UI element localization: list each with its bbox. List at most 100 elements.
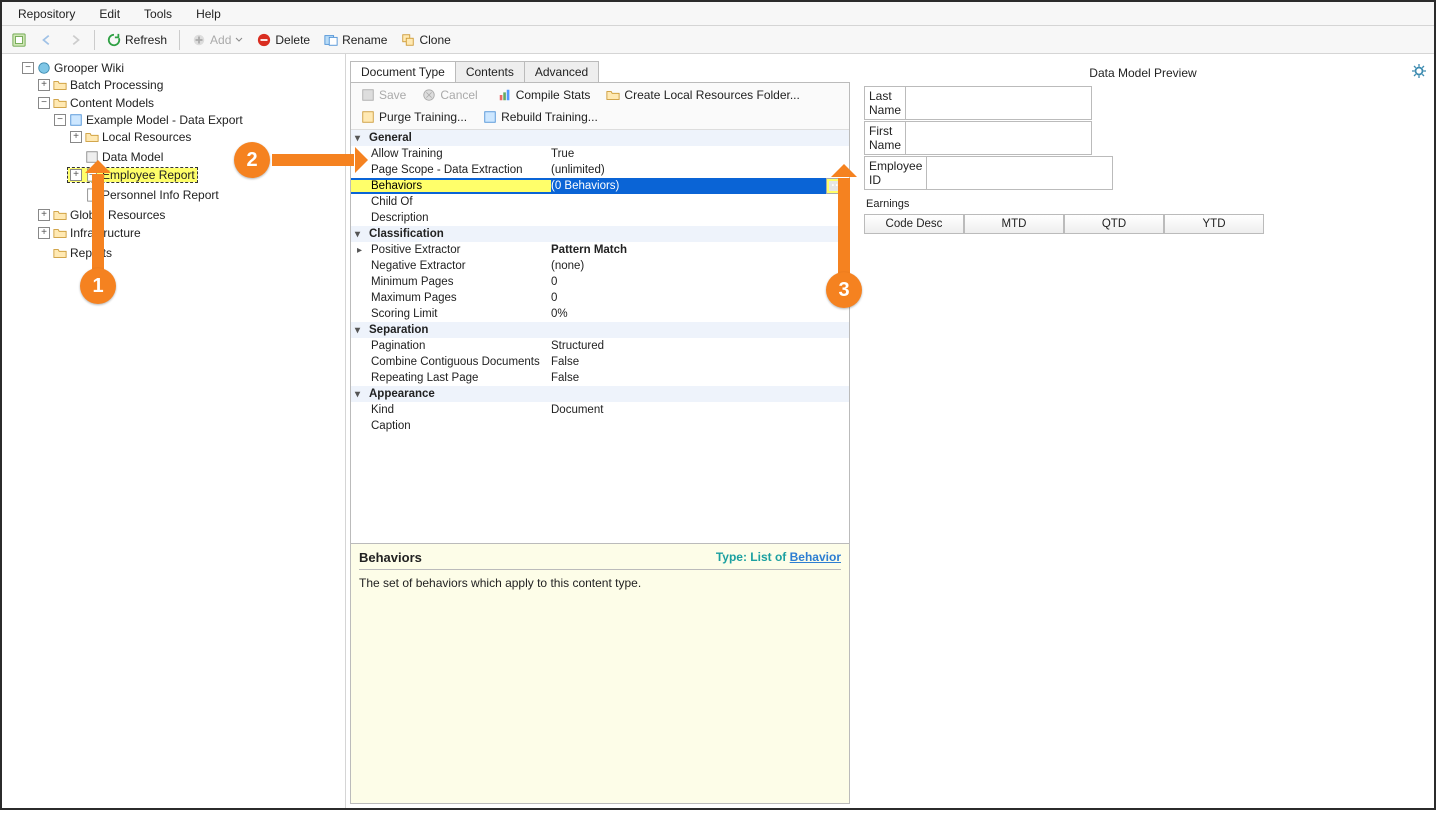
annotation-badge-2: 2 [234,142,270,178]
prop-combine[interactable]: Combine Contiguous DocumentsFalse [351,354,849,370]
col-qtd[interactable]: QTD [1064,214,1164,234]
delete-icon [257,33,271,47]
tab-advanced[interactable]: Advanced [524,61,599,82]
cancel-icon [422,88,436,102]
home-icon [12,33,26,47]
forward-button[interactable] [62,31,88,49]
expand-icon[interactable]: + [38,209,50,221]
category-general[interactable]: ▾General [351,130,849,146]
rename-button[interactable]: Rename [318,31,393,49]
collapse-icon[interactable]: − [22,62,34,74]
menu-tools[interactable]: Tools [134,5,182,23]
prop-child-of[interactable]: Child Of [351,194,849,210]
menu-help[interactable]: Help [186,5,231,23]
root-icon [37,61,51,75]
clone-label: Clone [419,33,450,47]
prop-repeating[interactable]: Repeating Last PageFalse [351,370,849,386]
toolbar: Refresh Add Delete Rename Clone [2,26,1434,54]
back-button[interactable] [34,31,60,49]
clone-icon [401,33,415,47]
purge-training-button[interactable]: Purge Training... [355,108,473,126]
tree-label: Batch Processing [70,78,163,92]
menu-edit[interactable]: Edit [89,5,130,23]
rebuild-icon [483,110,497,124]
refresh-button[interactable]: Refresh [101,31,173,49]
clone-button[interactable]: Clone [395,31,456,49]
save-button[interactable]: Save [355,86,412,104]
prop-kind[interactable]: KindDocument [351,402,849,418]
expand-icon[interactable]: + [70,169,82,181]
category-separation[interactable]: ▾Separation [351,322,849,338]
earnings-columns: Code Desc MTD QTD YTD [864,214,1264,234]
folder-icon [53,96,67,110]
prop-scoring-limit[interactable]: Scoring Limit0% [351,306,849,322]
create-local-button[interactable]: Create Local Resources Folder... [600,86,805,104]
separator [94,30,95,50]
tree-local-resources[interactable]: +Local Resources [68,130,193,144]
save-label: Save [379,88,406,102]
category-classification[interactable]: ▾Classification [351,226,849,242]
annotation-arrow-1 [92,174,104,270]
tree-root[interactable]: − Grooper Wiki [20,61,126,75]
save-icon [361,88,375,102]
col-mtd[interactable]: MTD [964,214,1064,234]
field-employee-id: Employee ID [864,156,1064,190]
add-button[interactable]: Add [186,31,249,49]
property-grid[interactable]: ▾General Allow TrainingTrue Page Scope -… [351,130,849,543]
model-icon [69,113,83,127]
home-button[interactable] [6,31,32,49]
prop-behaviors[interactable]: Behaviors(0 Behaviors)··· [351,178,849,194]
col-code-desc[interactable]: Code Desc [864,214,964,234]
category-appearance[interactable]: ▾Appearance [351,386,849,402]
input-last-name[interactable] [906,86,1092,120]
label-employee-id: Employee ID [864,156,927,190]
prop-pagination[interactable]: PaginationStructured [351,338,849,354]
tree-infrastructure[interactable]: +Infrastructure [36,226,143,240]
rebuild-training-button[interactable]: Rebuild Training... [477,108,604,126]
tree-data-model[interactable]: Data Model [68,150,165,164]
gear-button[interactable] [1412,64,1426,81]
prop-max-pages[interactable]: Maximum Pages0 [351,290,849,306]
tree-batch-processing[interactable]: + Batch Processing [36,78,165,92]
tree-pane[interactable]: − Grooper Wiki + Batch Processing −Conten… [2,54,346,808]
prop-caption[interactable]: Caption [351,418,849,434]
plus-icon [192,33,206,47]
label-last-name: Last Name [864,86,906,120]
expand-icon[interactable]: + [38,227,50,239]
delete-button[interactable]: Delete [251,31,316,49]
tree-label: Example Model - Data Export [86,113,243,127]
field-first-name: First Name [864,121,1064,155]
folder-icon [53,246,67,260]
chart-icon [498,88,512,102]
tree-personnel-info[interactable]: Personnel Info Report [68,188,221,202]
collapse-icon[interactable]: − [54,114,66,126]
compile-stats-button[interactable]: Compile Stats [492,86,597,104]
earnings-heading: Earnings [866,198,1422,210]
prop-min-pages[interactable]: Minimum Pages0 [351,274,849,290]
tab-document-type[interactable]: Document Type [350,61,456,82]
input-employee-id[interactable] [927,156,1113,190]
cancel-button[interactable]: Cancel [416,86,483,104]
prop-positive-extractor[interactable]: ▸Positive ExtractorPattern Match [351,242,849,258]
desc-type-link[interactable]: Behavior [790,550,841,564]
prop-page-scope[interactable]: Page Scope - Data Extraction(unlimited) [351,162,849,178]
prop-description[interactable]: Description [351,210,849,226]
expand-icon[interactable]: + [70,131,82,143]
label-first-name: First Name [864,121,906,155]
collapse-icon[interactable]: − [38,97,50,109]
menubar: Repository Edit Tools Help [2,2,1434,26]
expand-icon[interactable]: + [38,79,50,91]
tree-example-model[interactable]: − Example Model - Data Export [52,113,245,127]
tree-label: Data Model [102,150,163,164]
purge-label: Purge Training... [379,110,467,124]
col-ytd[interactable]: YTD [1164,214,1264,234]
prop-allow-training[interactable]: Allow TrainingTrue [351,146,849,162]
tree-content-models[interactable]: −Content Models [36,96,156,110]
input-first-name[interactable] [906,121,1092,155]
tab-contents[interactable]: Contents [455,61,525,82]
folder-icon [53,226,67,240]
delete-label: Delete [275,33,310,47]
menu-repository[interactable]: Repository [8,5,85,23]
prop-negative-extractor[interactable]: Negative Extractor(none) [351,258,849,274]
desc-title: Behaviors [359,550,422,565]
